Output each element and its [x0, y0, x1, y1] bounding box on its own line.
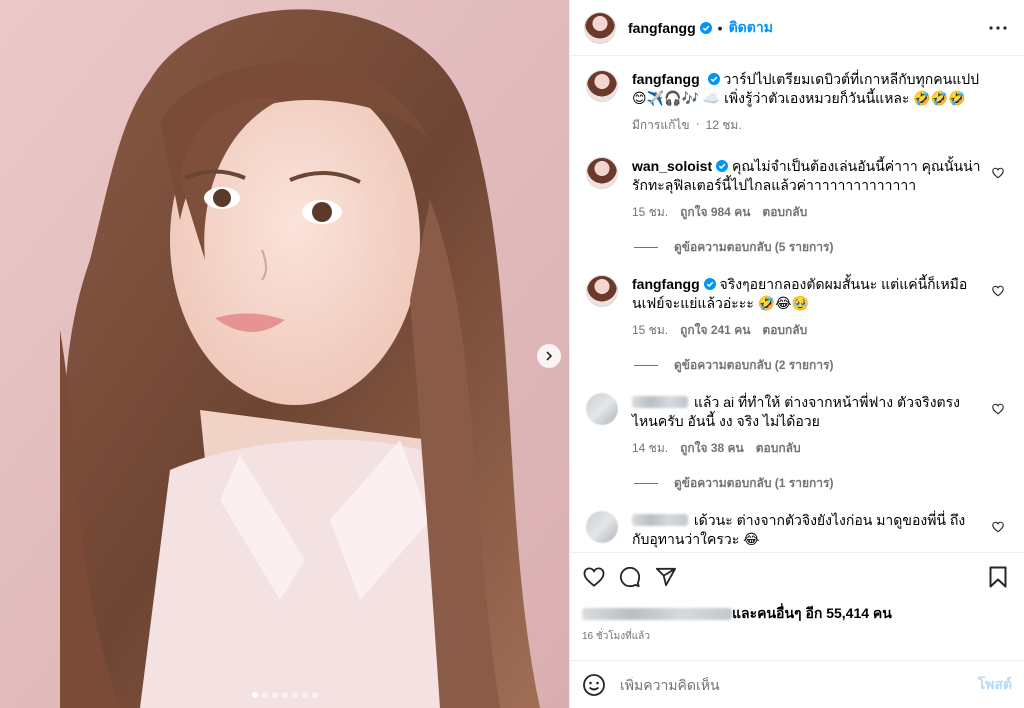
- post-header: fangfangg • ติดตาม: [570, 0, 1024, 56]
- comment: fangfangg จริงๆอยากลองตัดผมสั้นนะ แต่แค่…: [586, 275, 1010, 340]
- carousel-dot: [281, 692, 288, 698]
- replies-divider: [634, 365, 658, 366]
- comment-button[interactable]: [618, 565, 642, 589]
- comment: เด้วนะ ต่างจากตัวจิงยังไงก่อน มาดูของพี่…: [586, 511, 1010, 552]
- comment-input[interactable]: [620, 676, 978, 693]
- view-replies-button[interactable]: ดูข้อความตอบกลับ (5 รายการ): [634, 238, 1010, 257]
- separator: •: [717, 19, 723, 36]
- avatar[interactable]: [586, 393, 618, 425]
- verified-badge-icon: [703, 278, 716, 290]
- comment-text: เด้วนะ ต่างจากตัวจิงยังไงก่อน มาดูของพี่…: [632, 511, 982, 549]
- action-bar: [582, 563, 1012, 591]
- comment-username[interactable]: fangfangg: [632, 276, 700, 292]
- more-options-button[interactable]: [986, 16, 1010, 40]
- comment-time: 15 ชม.: [632, 205, 669, 219]
- more-icon: [989, 25, 1007, 30]
- comment-likes[interactable]: ถูกใจ 38 คน: [680, 439, 744, 458]
- post-comment-button[interactable]: โพสต์: [978, 674, 1012, 696]
- avatar[interactable]: [586, 70, 618, 102]
- post-sidebar: fangfangg • ติดตาม fangfangg วาร์ปไปเตรี…: [569, 0, 1024, 708]
- verified-badge-icon: [707, 73, 720, 85]
- blurred-username[interactable]: [632, 396, 688, 408]
- caption-text: fangfangg วาร์ปไปเตรียมเดบิวต์ที่เกาหลีก…: [632, 70, 982, 108]
- blurred-usernames: [582, 608, 732, 620]
- comment-like-icon[interactable]: [992, 521, 1004, 533]
- reply-button[interactable]: ตอบกลับ: [762, 203, 807, 222]
- avatar[interactable]: [586, 157, 618, 189]
- comment-like-icon[interactable]: [992, 285, 1004, 297]
- follow-button[interactable]: ติดตาม: [729, 17, 773, 39]
- avatar[interactable]: [586, 275, 618, 307]
- comment-likes[interactable]: ถูกใจ 984 คน: [680, 203, 750, 222]
- view-replies-label: ดูข้อความตอบกลับ (1 รายการ): [674, 476, 834, 490]
- chevron-right-icon: [546, 351, 553, 361]
- comment-meta: 14 ชม. ถูกใจ 38 คน ตอบกลับ: [632, 439, 982, 458]
- replies-divider: [634, 483, 658, 484]
- comments-list: fangfangg วาร์ปไปเตรียมเดบิวต์ที่เกาหลีก…: [570, 56, 1024, 552]
- emoji-icon[interactable]: [582, 673, 606, 697]
- heart-icon: [583, 567, 605, 587]
- likes-count: และคนอื่นๆ อีก 55,414 คน: [732, 605, 892, 621]
- comment-username[interactable]: wan_soloist: [632, 158, 712, 174]
- comment-time: 15 ชม.: [632, 323, 669, 337]
- likes-summary[interactable]: และคนอื่นๆ อีก 55,414 คน: [582, 603, 1012, 625]
- view-replies-button[interactable]: ดูข้อความตอบกลับ (2 รายการ): [634, 356, 1010, 375]
- comment: wan_soloist คุณไม่จำเป็นต้องเล่นอันนี้ค่…: [586, 157, 1010, 222]
- share-button[interactable]: [654, 565, 678, 589]
- comment-text: แล้ว ai ที่ทำให้ ต่างจากหน้าพี่ฟาง ตัวจร…: [632, 393, 982, 431]
- view-replies-label: ดูข้อความตอบกลับ (5 รายการ): [674, 240, 834, 254]
- post-photo: [0, 0, 569, 708]
- comment-text: fangfangg จริงๆอยากลองตัดผมสั้นนะ แต่แค่…: [632, 275, 982, 313]
- comment-like-icon[interactable]: [992, 167, 1004, 179]
- reply-button[interactable]: ตอบกลับ: [756, 439, 801, 458]
- bookmark-icon: [989, 566, 1007, 588]
- save-button[interactable]: [986, 565, 1010, 589]
- share-icon: [656, 567, 676, 587]
- carousel-dot: [271, 692, 278, 698]
- carousel-dot: [251, 692, 258, 698]
- carousel-indicator: [0, 692, 569, 698]
- next-image-button[interactable]: [537, 344, 561, 368]
- caption-meta: มีการแก้ไข · 12 ชม.: [632, 116, 982, 135]
- post-time: 16 ชั่วโมงที่แล้ว: [582, 631, 650, 642]
- verified-badge-icon: [716, 160, 729, 172]
- view-replies-button[interactable]: ดูข้อความตอบกลับ (1 รายการ): [634, 474, 1010, 493]
- view-replies-label: ดูข้อความตอบกลับ (2 รายการ): [674, 358, 834, 372]
- instagram-post-dialog: fangfangg • ติดตาม fangfangg วาร์ปไปเตรี…: [0, 0, 1024, 708]
- reply-button[interactable]: ตอบกลับ: [762, 321, 807, 340]
- carousel-dot: [291, 692, 298, 698]
- comment-time: 14 ชม.: [632, 441, 669, 455]
- comment-meta: 15 ชม. ถูกใจ 984 คน ตอบกลับ: [632, 203, 982, 222]
- caption-username[interactable]: fangfangg: [632, 71, 700, 87]
- author-username[interactable]: fangfangg: [628, 20, 696, 36]
- meta-separator: ·: [695, 116, 700, 130]
- edited-label: มีการแก้ไข: [632, 118, 690, 132]
- comment-likes[interactable]: ถูกใจ 241 คน: [680, 321, 750, 340]
- like-button[interactable]: [582, 565, 606, 589]
- post-actions: และคนอื่นๆ อีก 55,414 คน 16 ชั่วโมงที่แล…: [570, 552, 1024, 644]
- carousel-dot: [261, 692, 268, 698]
- replies-divider: [634, 247, 658, 248]
- comment-icon: [619, 566, 641, 588]
- caption-time: 12 ชม.: [705, 118, 742, 132]
- add-comment-bar: โพสต์: [570, 660, 1024, 708]
- avatar[interactable]: [586, 511, 618, 543]
- verified-badge-icon: [699, 21, 712, 34]
- comment-threads: wan_soloist คุณไม่จำเป็นต้องเล่นอันนี้ค่…: [586, 157, 1010, 552]
- comment-like-icon[interactable]: [992, 403, 1004, 415]
- blurred-username[interactable]: [632, 514, 688, 526]
- post-media: [0, 0, 569, 708]
- comment: แล้ว ai ที่ทำให้ ต่างจากหน้าพี่ฟาง ตัวจร…: [586, 393, 1010, 458]
- carousel-dot: [301, 692, 308, 698]
- comment-text: wan_soloist คุณไม่จำเป็นต้องเล่นอันนี้ค่…: [632, 157, 982, 195]
- comment-meta: 15 ชม. ถูกใจ 241 คน ตอบกลับ: [632, 321, 982, 340]
- avatar[interactable]: [584, 11, 616, 44]
- post-caption: fangfangg วาร์ปไปเตรียมเดบิวต์ที่เกาหลีก…: [586, 70, 1010, 135]
- carousel-dot: [311, 692, 318, 698]
